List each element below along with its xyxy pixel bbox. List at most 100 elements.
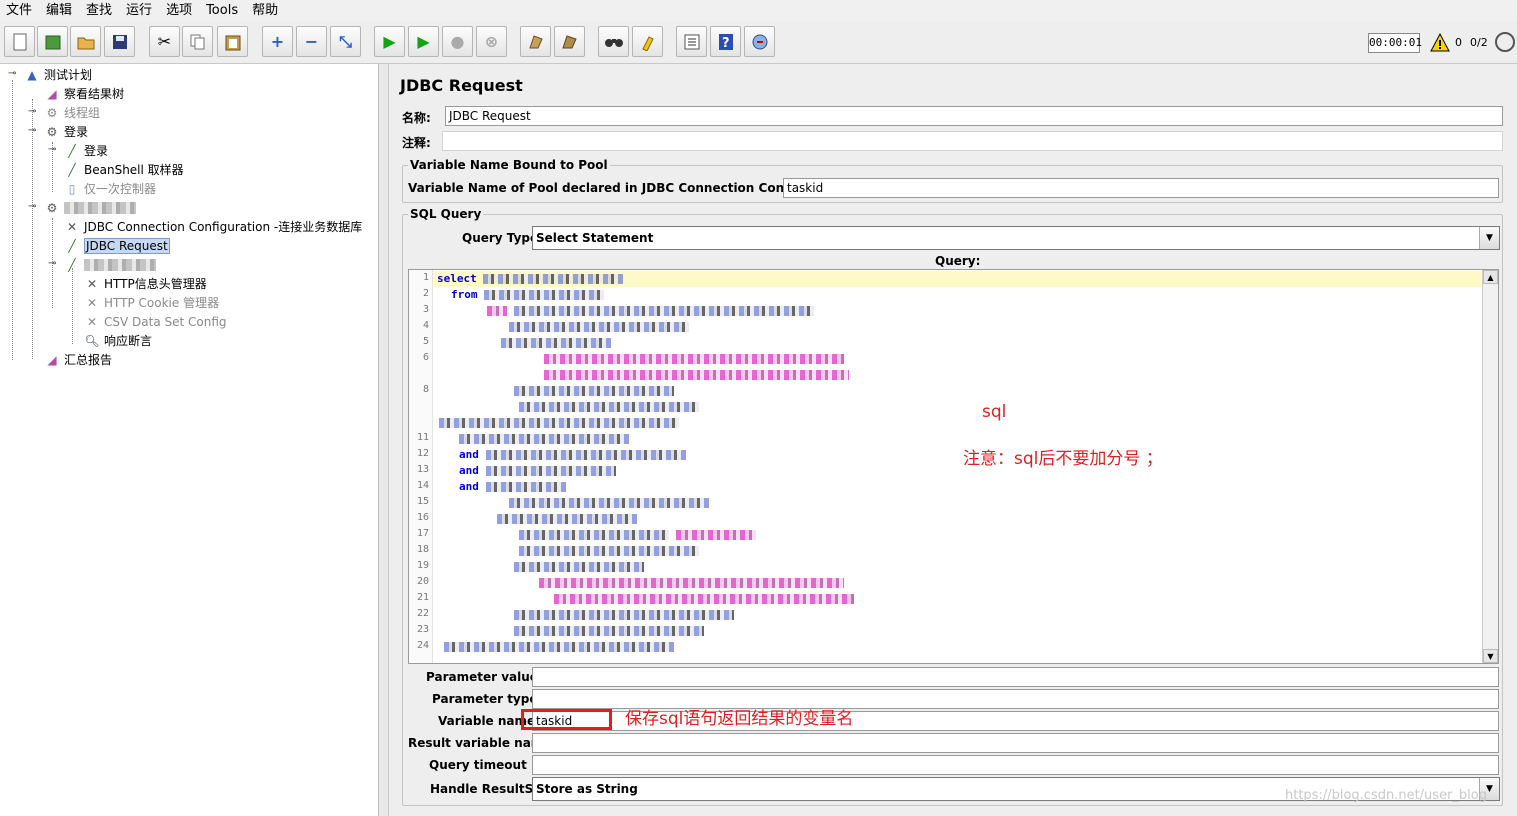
tree-item-jdbc-request[interactable]: ╱ JDBC Request: [64, 236, 170, 255]
open-icon[interactable]: [70, 26, 101, 57]
paste-icon[interactable]: [217, 26, 248, 57]
scroll-up-icon[interactable]: ▲: [1483, 270, 1498, 284]
tree-toggle-hidden-sampler[interactable]: ⊸: [48, 259, 56, 269]
elapsed-timer: 00:00:01: [1368, 33, 1422, 53]
warning-icon[interactable]: [1430, 33, 1450, 53]
jmeter-window: 文件 编辑 查找 运行 选项 Tools 帮助 ✂ + − ⤡ ▶ ▶ ● ⊗ …: [0, 0, 1517, 816]
comment-field[interactable]: [442, 131, 1503, 151]
tree-item-summary-report[interactable]: ◢ 汇总报告: [44, 350, 112, 369]
query-timeout-field[interactable]: [532, 755, 1499, 775]
code-line: [514, 383, 674, 399]
code-line: [509, 319, 689, 335]
remote-start-icon[interactable]: [744, 26, 775, 57]
code-line: [539, 575, 844, 591]
cut-icon[interactable]: ✂: [149, 26, 180, 57]
wrench-icon: ✕: [66, 219, 78, 234]
param-values-field[interactable]: [532, 667, 1499, 687]
tree-item-csv-config[interactable]: ✕ CSV Data Set Config: [84, 312, 227, 331]
function-helper-icon[interactable]: [676, 26, 707, 57]
highlight-box: [521, 709, 612, 730]
tree-toggle-login-group[interactable]: ⊸: [28, 126, 36, 136]
name-field[interactable]: JDBC Request: [445, 106, 1503, 126]
tree-item-hidden-sampler[interactable]: ╱: [64, 255, 156, 274]
gear-icon: ⚙: [46, 200, 58, 215]
gear-icon: ⚙: [46, 105, 58, 120]
flask-icon: ▲: [27, 67, 37, 82]
code-line: [439, 415, 679, 431]
start-icon[interactable]: ▶: [374, 26, 405, 57]
new-icon[interactable]: [4, 26, 35, 57]
annotation-variable-name: 保存sql语句返回结果的变量名: [625, 709, 854, 729]
query-type-select[interactable]: Select Statement ▼: [532, 226, 1500, 250]
code-line: [497, 511, 637, 527]
stop-icon[interactable]: ●: [442, 26, 473, 57]
tree-item-view-results-tree[interactable]: ◢ 察看结果树: [44, 84, 124, 103]
collapse-icon[interactable]: −: [296, 26, 327, 57]
menu-options[interactable]: 选项: [166, 0, 192, 22]
tree-item-login-group[interactable]: ⚙ 登录: [44, 122, 88, 141]
menu-file[interactable]: 文件: [6, 0, 32, 22]
search-icon[interactable]: [598, 26, 629, 57]
tree-toggle-test-plan[interactable]: ⊸: [8, 69, 16, 79]
templates-icon[interactable]: [37, 26, 68, 57]
code-line: [554, 591, 854, 607]
code-line: [487, 303, 814, 319]
menu-run[interactable]: 运行: [126, 0, 152, 22]
expand-icon[interactable]: +: [262, 26, 293, 57]
shutdown-icon[interactable]: ⊗: [476, 26, 507, 57]
clear-all-icon[interactable]: [554, 26, 585, 57]
code-line: [501, 335, 611, 351]
code-line: [544, 351, 844, 367]
scroll-down-icon[interactable]: ▼: [1483, 649, 1498, 663]
menu-edit[interactable]: 编辑: [46, 0, 72, 22]
magnifier-icon: 🔍︎: [84, 333, 100, 348]
save-icon[interactable]: [104, 26, 135, 57]
comment-label: 注释:: [402, 136, 431, 150]
code-line: [519, 543, 699, 559]
tree-item-jdbc-config[interactable]: ✕ JDBC Connection Configuration -连接业务数据库: [64, 217, 362, 236]
tree-item-response-assert[interactable]: 🔍︎ 响应断言: [84, 331, 152, 350]
pipette-icon: ╱: [68, 162, 76, 177]
tree-item-login-sampler[interactable]: ╱ 登录: [64, 141, 108, 160]
tree-toggle-thread-group[interactable]: ⊸: [28, 107, 36, 117]
active-thread-count: 0/2: [1470, 36, 1488, 49]
redacted-label: [64, 201, 136, 214]
menu-bar: 文件 编辑 查找 运行 选项 Tools 帮助: [0, 0, 1517, 22]
editor-scrollbar[interactable]: ▲ ▼: [1482, 270, 1498, 663]
code-line: [544, 367, 849, 383]
tree-item-test-plan[interactable]: ▲ 测试计划: [24, 65, 92, 84]
watermark: https://blog.csdn.net/user_blog: [1285, 788, 1487, 803]
redacted-label: [84, 258, 156, 271]
query-editor[interactable]: 1 2 3 4 5 6 8 11 12 13 14 15 16 17 18 19…: [408, 269, 1499, 664]
clear-icon[interactable]: [520, 26, 551, 57]
tree-item-hidden-group[interactable]: ⚙: [44, 198, 136, 217]
menu-search[interactable]: 查找: [86, 0, 112, 22]
menu-tools[interactable]: Tools: [206, 0, 238, 22]
help-icon[interactable]: ?: [710, 26, 741, 57]
result-variable-field[interactable]: [532, 733, 1499, 753]
pipette-icon: ╱: [68, 238, 76, 253]
chevron-down-icon[interactable]: ▼: [1479, 227, 1499, 249]
tree-toggle-login-sampler[interactable]: ⊸: [48, 145, 56, 155]
gear-icon: ⚙: [46, 124, 58, 139]
code-line: [444, 639, 674, 655]
pipette-icon: ╱: [68, 143, 76, 158]
query-label: Query:: [935, 254, 981, 268]
copy-icon[interactable]: [182, 26, 213, 57]
tree-item-http-cookie[interactable]: ✕ HTTP Cookie 管理器: [84, 293, 219, 312]
code-line: [514, 607, 734, 623]
split-pane-divider[interactable]: [379, 64, 389, 816]
code-line: select: [437, 271, 624, 287]
tree-item-beanshell[interactable]: ╱ BeanShell 取样器: [64, 160, 183, 179]
tree-item-http-header[interactable]: ✕ HTTP信息头管理器: [84, 274, 207, 293]
menu-help[interactable]: 帮助: [252, 0, 278, 22]
toggle-icon[interactable]: ⤡: [330, 26, 361, 57]
reset-search-icon[interactable]: [632, 26, 663, 57]
tree-item-thread-group[interactable]: ⚙ 线程组: [44, 103, 100, 122]
tree-toggle-hidden-group[interactable]: ⊸: [28, 202, 36, 212]
start-no-pause-icon[interactable]: ▶: [408, 26, 439, 57]
svg-text:?: ?: [722, 36, 730, 51]
code-line: and: [459, 463, 616, 479]
pool-name-field[interactable]: taskid: [783, 178, 1499, 198]
tree-item-once-only[interactable]: ▯ 仅一次控制器: [64, 179, 156, 198]
